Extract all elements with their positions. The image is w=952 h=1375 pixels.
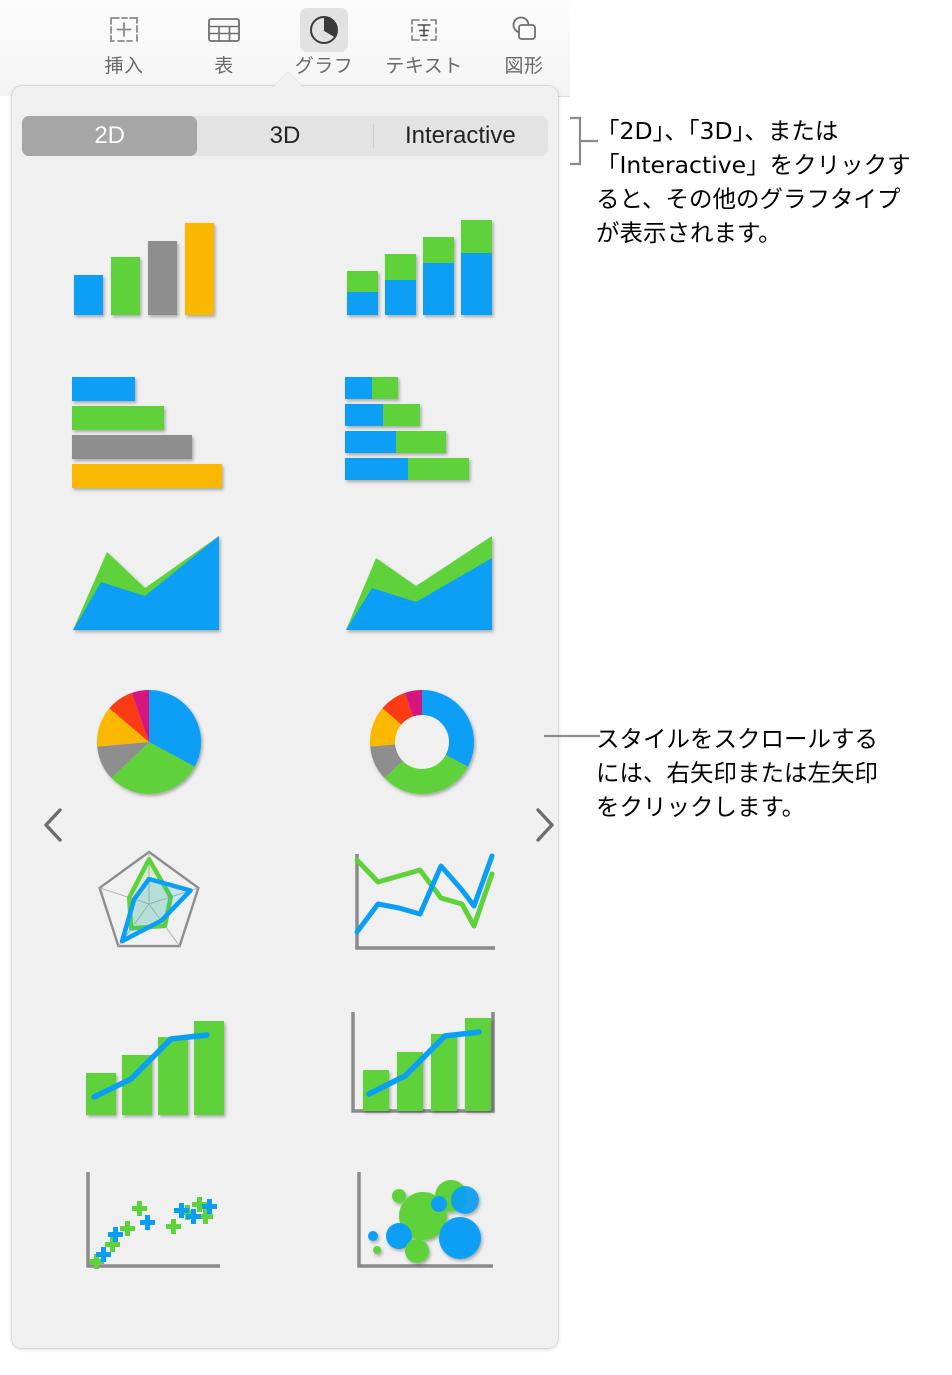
- popover-pointer: [272, 72, 304, 88]
- chart-thumb-area-chart[interactable]: [49, 507, 249, 657]
- toolbar-button-shapes[interactable]: 図形: [478, 8, 570, 76]
- callout-scroll-styles: スタイルをスクロールする には、右矢印または左矢印 をクリックします。: [596, 725, 878, 822]
- callout-leader-bracket: [566, 116, 600, 166]
- callout-chart-type-tabs: 「2D」、「3D」、または 「Interactive」をクリックす ると、その他…: [596, 117, 911, 248]
- chart-thumb-mixed-column-line-chart[interactable]: [49, 987, 249, 1137]
- toolbar-label-text: テキスト: [385, 56, 463, 77]
- chart-pie-icon: [310, 16, 338, 44]
- tab-interactive[interactable]: Interactive: [372, 116, 548, 156]
- chart-thumb-line-chart[interactable]: [322, 827, 522, 977]
- chart-thumb-two-axis-chart[interactable]: [322, 987, 522, 1137]
- chart-thumb-stacked-bar-chart[interactable]: [322, 347, 522, 497]
- shapes-icon: [512, 16, 536, 40]
- text-box-icon: [411, 19, 437, 41]
- scroll-right-button[interactable]: [524, 802, 558, 848]
- toolbar-button-insert[interactable]: 挿入: [78, 8, 170, 76]
- chart-thumb-radar-chart[interactable]: [49, 827, 249, 977]
- toolbar-label-shapes: 図形: [504, 56, 544, 77]
- shapes-icon-box: [500, 8, 548, 52]
- chart-style-grid: [12, 182, 558, 1302]
- insert-media-icon-box: [100, 8, 148, 52]
- chart-thumb-bar-chart[interactable]: [49, 347, 249, 497]
- toolbar-label-table: 表: [214, 56, 234, 77]
- chart-thumb-column-chart[interactable]: [49, 187, 249, 337]
- document-left-edge: [0, 96, 12, 1358]
- text-box-icon-box: [400, 8, 448, 52]
- table-icon: [208, 18, 240, 42]
- scroll-left-button[interactable]: [34, 802, 74, 848]
- toolbar-button-table[interactable]: 表: [178, 8, 270, 76]
- chevron-left-icon: [44, 808, 62, 842]
- toolbar-button-chart[interactable]: グラフ: [278, 8, 370, 76]
- tab-2d[interactable]: 2D: [22, 116, 198, 156]
- toolbar-button-text[interactable]: テキスト: [378, 8, 470, 76]
- callout-leader-line: [544, 732, 602, 740]
- chart-thumb-scatter-chart[interactable]: [49, 1147, 249, 1297]
- chevron-right-icon: [536, 808, 554, 842]
- scatter-markers: [88, 1197, 217, 1269]
- chart-thumb-stacked-area-chart[interactable]: [322, 507, 522, 657]
- chart-thumb-bubble-chart[interactable]: [322, 1147, 522, 1297]
- chart-thumb-stacked-column-chart[interactable]: [322, 187, 522, 337]
- screenshot-root: 挿入 表 グラフ テキスト 図形 2D 3D Interactive 「2D」、…: [0, 0, 952, 1375]
- chart-pie-icon-box: [300, 8, 348, 52]
- table-icon-box: [200, 8, 248, 52]
- toolbar-label-insert: 挿入: [104, 56, 144, 77]
- chart-thumb-pie-chart[interactable]: [49, 667, 249, 817]
- insert-media-icon: [110, 17, 138, 42]
- chart-thumb-donut-chart[interactable]: [322, 667, 522, 817]
- chart-style-popover: 2D 3D Interactive: [12, 86, 558, 1348]
- tab-3d[interactable]: 3D: [197, 116, 372, 156]
- chart-type-segmented-control: 2D 3D Interactive: [22, 116, 548, 156]
